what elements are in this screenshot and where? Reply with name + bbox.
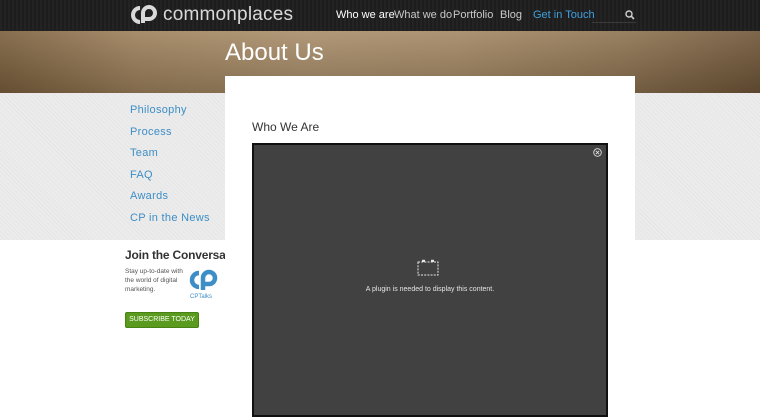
section-title: Who We Are xyxy=(252,120,320,134)
logo[interactable]: commonplaces xyxy=(127,3,293,27)
sidebar-item-cp-in-the-news[interactable]: CP in the News xyxy=(130,212,210,234)
sidebar-item-team[interactable]: Team xyxy=(130,147,210,169)
sidebar-item-philosophy[interactable]: Philosophy xyxy=(130,104,210,126)
cptalks-logo-icon[interactable] xyxy=(185,268,219,292)
content-card: Who We Are A plugin is needed to display… xyxy=(225,76,635,417)
logo-text: commonplaces xyxy=(163,4,294,25)
plugin-message: A plugin is needed to display this conte… xyxy=(365,286,495,293)
cptalks-brand: CPTalks xyxy=(190,294,213,300)
close-icon[interactable] xyxy=(593,148,602,157)
nav-what-we-do[interactable]: What we do xyxy=(394,9,452,21)
top-navigation-bar: commonplaces Who we are What we do Portf… xyxy=(0,0,760,31)
sidebar-item-faq[interactable]: FAQ xyxy=(130,169,210,191)
sidebar-item-awards[interactable]: Awards xyxy=(130,190,210,212)
sidebar-item-process[interactable]: Process xyxy=(130,126,210,148)
join-title: Join the Conversation xyxy=(125,248,247,262)
page-title: About Us xyxy=(225,39,324,66)
search-icon[interactable] xyxy=(625,10,635,20)
nav-get-in-touch[interactable]: Get in Touch xyxy=(533,9,595,21)
plugin-icon xyxy=(417,259,439,276)
nav-portfolio[interactable]: Portfolio xyxy=(453,9,493,21)
nav-who-we-are[interactable]: Who we are xyxy=(336,9,395,21)
subscribe-button[interactable]: SUBSCRIBE TODAY xyxy=(125,312,199,328)
join-conversation-widget: Join the Conversation Stay up-to-date wi… xyxy=(125,248,247,328)
sidebar-nav: Philosophy Process Team FAQ Awards CP in… xyxy=(130,104,210,234)
commonplaces-logo-icon xyxy=(131,5,157,24)
plugin-placeholder[interactable]: A plugin is needed to display this conte… xyxy=(252,143,608,417)
nav-blog[interactable]: Blog xyxy=(500,9,522,21)
join-description: Stay up-to-date with the world of digita… xyxy=(125,268,183,293)
